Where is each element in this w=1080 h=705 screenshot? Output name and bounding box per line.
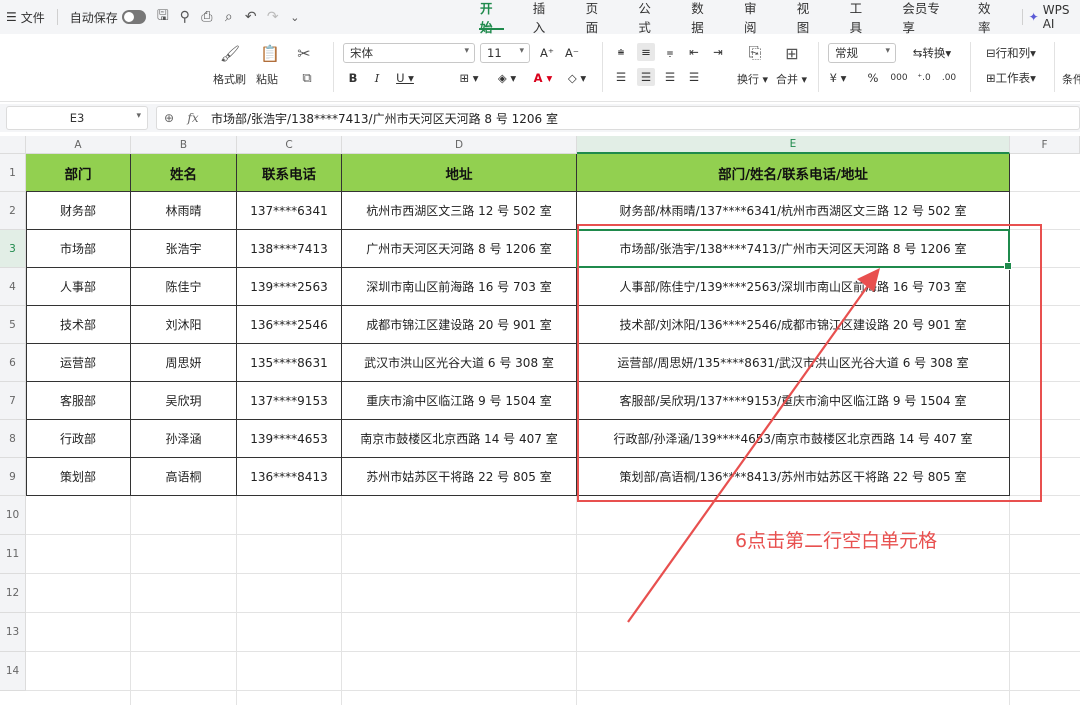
annotation-arrow: [627, 268, 880, 623]
